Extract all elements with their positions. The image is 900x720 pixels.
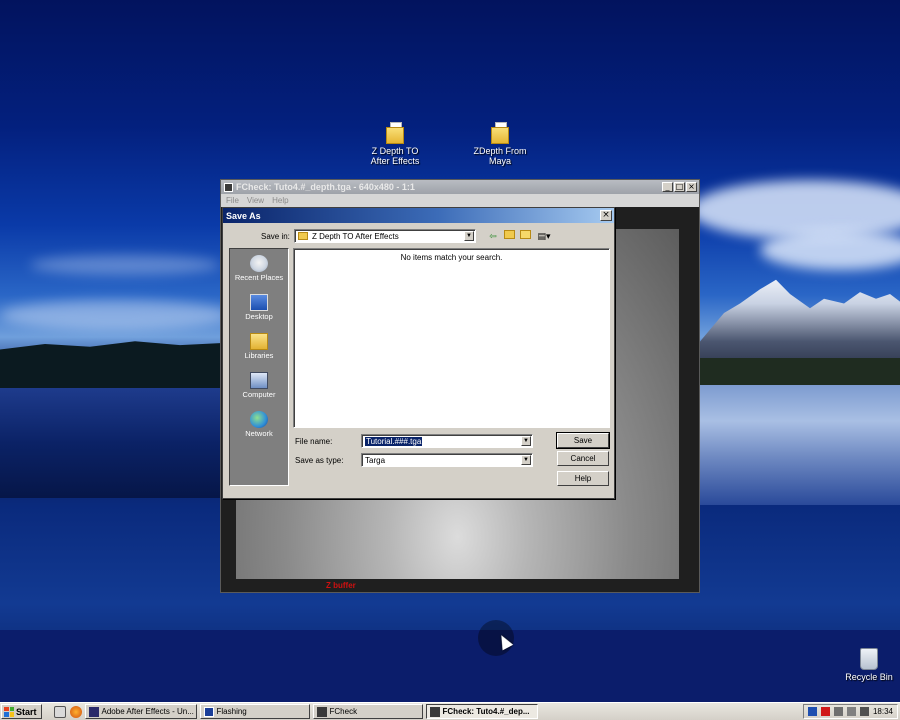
place-desktop[interactable]: Desktop bbox=[230, 294, 288, 331]
new-folder-icon[interactable] bbox=[519, 230, 531, 242]
fcheck-app-icon bbox=[224, 182, 233, 192]
save-in-value: Z Depth TO After Effects bbox=[312, 231, 399, 241]
task-label: FCheck: Tuto4.#_dep... bbox=[442, 707, 530, 716]
save-button[interactable]: Save bbox=[556, 432, 610, 449]
chevron-down-icon[interactable]: ▼ bbox=[521, 455, 531, 465]
task-after-effects[interactable]: Adobe After Effects - Un... bbox=[84, 704, 197, 719]
start-label: Start bbox=[16, 706, 37, 717]
task-fcheck-tuto4[interactable]: FCheck: Tuto4.#_dep... bbox=[425, 704, 538, 719]
minimize-button[interactable]: _ bbox=[662, 182, 673, 192]
network-icon bbox=[250, 411, 268, 428]
help-button[interactable]: Help bbox=[557, 471, 609, 486]
libraries-icon bbox=[250, 333, 268, 350]
save-as-title: Save As bbox=[226, 210, 261, 221]
task-flashing[interactable]: Flashing bbox=[199, 704, 310, 719]
save-in-dropdown[interactable]: Z Depth TO After Effects ▼ bbox=[294, 229, 476, 243]
place-label: Libraries bbox=[244, 351, 274, 360]
chevron-down-icon[interactable]: ▼ bbox=[464, 231, 474, 241]
place-network[interactable]: Network bbox=[230, 411, 288, 448]
place-recent-places[interactable]: Recent Places bbox=[230, 255, 288, 292]
tray-app-icon[interactable] bbox=[820, 707, 830, 716]
desktop-icon-label: ZDepth From bbox=[473, 146, 527, 156]
tray-display-icon[interactable] bbox=[807, 707, 817, 716]
chevron-down-icon[interactable]: ▼ bbox=[521, 436, 531, 446]
desktop-icon bbox=[250, 294, 268, 311]
desktop-folder-zdepth-from-maya[interactable]: ZDepth From Maya bbox=[465, 122, 535, 166]
file-list[interactable]: No items match your search. bbox=[293, 248, 610, 428]
show-desktop-icon[interactable] bbox=[53, 705, 66, 718]
save-as-type-value: Targa bbox=[365, 455, 386, 465]
windows-logo-icon bbox=[4, 706, 14, 717]
recent-places-icon bbox=[250, 255, 268, 272]
start-button[interactable]: Start bbox=[1, 704, 42, 719]
up-folder-icon[interactable] bbox=[503, 230, 515, 242]
fcheck-menubar: File View Help bbox=[221, 194, 699, 207]
desktop-folder-zdepth-to-ae[interactable]: Z Depth TO After Effects bbox=[360, 122, 430, 166]
tray-device-icon[interactable] bbox=[846, 707, 856, 716]
place-computer[interactable]: Computer bbox=[230, 372, 288, 409]
place-label: Computer bbox=[242, 390, 276, 399]
desktop-recycle-bin[interactable]: Recycle Bin bbox=[834, 648, 900, 682]
maximize-button[interactable]: □ bbox=[674, 182, 685, 192]
fcheck-icon bbox=[429, 706, 440, 717]
cancel-button[interactable]: Cancel bbox=[557, 451, 609, 466]
menu-file[interactable]: File bbox=[226, 196, 239, 205]
places-bar: Recent Places Desktop Libraries Computer… bbox=[229, 248, 289, 486]
clock[interactable]: 18:34 bbox=[873, 707, 893, 716]
place-label: Network bbox=[245, 429, 273, 438]
save-as-dialog: Save As × Save in: Z Depth TO After Effe… bbox=[222, 207, 615, 499]
system-tray: 18:34 bbox=[802, 704, 898, 719]
window-icon bbox=[203, 706, 214, 717]
task-fcheck[interactable]: FCheck bbox=[312, 704, 423, 719]
volume-icon[interactable] bbox=[859, 707, 869, 716]
close-button[interactable]: × bbox=[686, 182, 697, 192]
file-name-label: File name: bbox=[295, 437, 333, 446]
menu-help[interactable]: Help bbox=[272, 196, 288, 205]
taskbar: Start Adobe After Effects - Un... Flashi… bbox=[0, 702, 900, 720]
fcheck-titlebar[interactable]: FCheck: Tuto4.#_depth.tga - 640x480 - 1:… bbox=[221, 180, 699, 194]
desktop-icon-label: Recycle Bin bbox=[845, 672, 893, 682]
place-libraries[interactable]: Libraries bbox=[230, 333, 288, 370]
file-name-value: Tutorial.###.tga bbox=[365, 436, 423, 446]
zbuffer-label: Z buffer bbox=[326, 581, 356, 590]
save-as-type-label: Save as type: bbox=[295, 456, 344, 465]
task-label: Flashing bbox=[216, 707, 247, 716]
task-label: FCheck bbox=[329, 707, 358, 716]
task-label: Adobe After Effects - Un... bbox=[101, 707, 194, 716]
back-icon[interactable]: ⇦ bbox=[487, 230, 499, 242]
view-menu-icon[interactable]: ▤▾ bbox=[535, 230, 553, 242]
fcheck-icon bbox=[316, 706, 327, 717]
place-label: Recent Places bbox=[234, 273, 284, 282]
save-as-titlebar[interactable]: Save As × bbox=[223, 208, 614, 223]
quick-launch bbox=[53, 705, 82, 718]
firefox-icon[interactable] bbox=[69, 705, 82, 718]
file-name-field[interactable]: Tutorial.###.tga ▼ bbox=[361, 434, 533, 448]
empty-message: No items match your search. bbox=[400, 253, 503, 262]
recycle-bin-icon bbox=[860, 648, 878, 670]
folder-icon bbox=[386, 122, 404, 144]
desktop-icon-label: Maya bbox=[488, 156, 511, 166]
dialog-close-button[interactable]: × bbox=[600, 210, 612, 221]
computer-icon bbox=[250, 372, 268, 389]
save-as-type-dropdown[interactable]: Targa ▼ bbox=[361, 453, 533, 467]
desktop-icon-label: After Effects bbox=[370, 156, 420, 166]
folder-icon bbox=[298, 232, 308, 240]
save-in-label: Save in: bbox=[261, 232, 290, 241]
place-label: Desktop bbox=[245, 312, 273, 321]
fcheck-title: FCheck: Tuto4.#_depth.tga - 640x480 - 1:… bbox=[236, 182, 415, 192]
after-effects-icon bbox=[88, 706, 99, 717]
folder-icon bbox=[491, 122, 509, 144]
menu-view[interactable]: View bbox=[247, 196, 264, 205]
tray-network-icon[interactable] bbox=[833, 707, 843, 716]
desktop-icon-label: Z Depth TO bbox=[371, 146, 419, 156]
